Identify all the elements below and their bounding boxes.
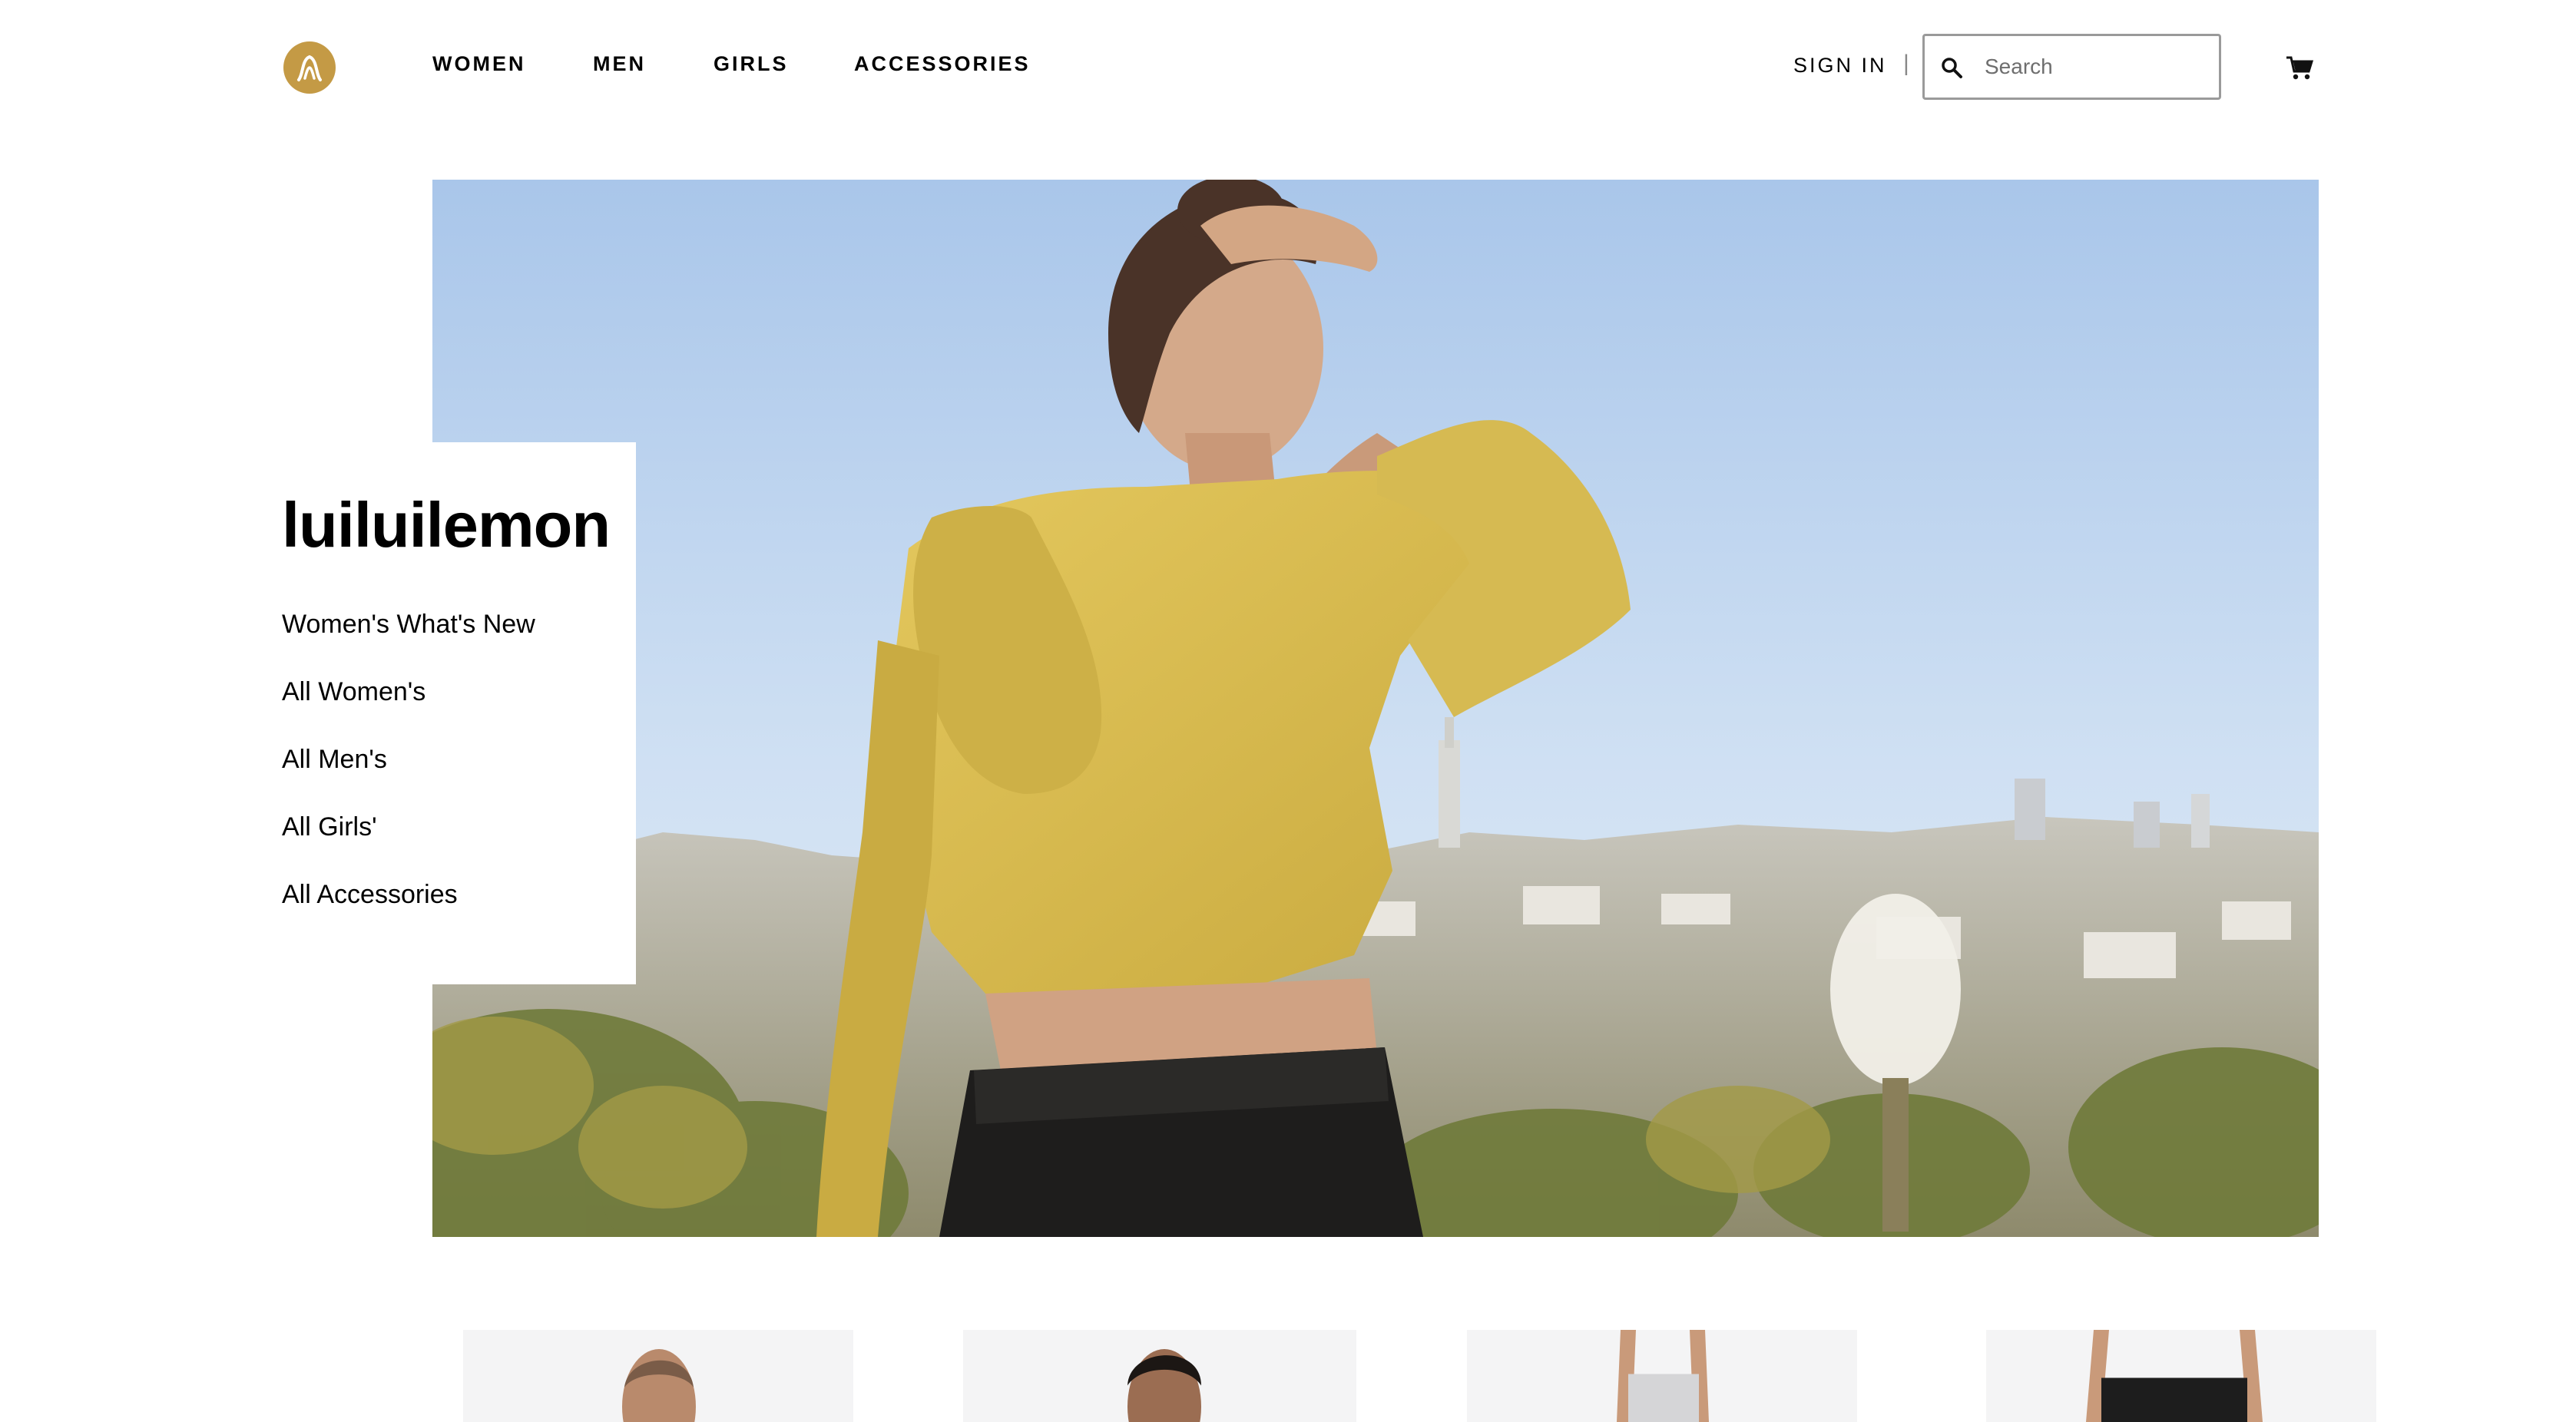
nav-accessories[interactable]: ACCESSORIES (854, 52, 1031, 76)
product-tile-2[interactable] (963, 1330, 1356, 1422)
product-tile-4[interactable] (1986, 1330, 2376, 1422)
black-shorts-image (1986, 1330, 2376, 1422)
man-headshot-image (963, 1330, 1356, 1422)
cart-icon[interactable] (2286, 55, 2313, 81)
header-divider: | (1903, 51, 1909, 77)
search-box[interactable] (1922, 34, 2221, 100)
hero-image[interactable] (432, 180, 2319, 1237)
hero-illustration (432, 180, 2319, 1237)
menu-link-all-girls[interactable]: All Girls' (282, 812, 377, 842)
nav-girls[interactable]: GIRLS (714, 52, 789, 76)
menu-link-all-accessories[interactable]: All Accessories (282, 880, 458, 910)
grey-shorts-image (1467, 1330, 1857, 1422)
search-icon[interactable] (1940, 56, 1963, 79)
man-headshot-image (463, 1330, 853, 1422)
search-input[interactable] (1985, 36, 2207, 98)
menu-title: luiluilemon (282, 488, 610, 562)
nav-women[interactable]: WOMEN (432, 52, 525, 76)
site-header: WOMEN MEN GIRLS ACCESSORIES SIGN IN | (0, 0, 2576, 138)
sign-in-link[interactable]: SIGN IN (1793, 54, 1887, 78)
menu-link-all-womens[interactable]: All Women's (282, 677, 425, 707)
logo-glyph (293, 51, 326, 84)
product-tile-3[interactable] (1467, 1330, 1857, 1422)
nav-men[interactable]: MEN (593, 52, 646, 76)
product-tile-1[interactable] (463, 1330, 853, 1422)
menu-link-all-mens[interactable]: All Men's (282, 745, 387, 775)
menu-link-womens-whats-new[interactable]: Women's What's New (282, 610, 535, 640)
lululemon-logo-icon[interactable] (283, 41, 336, 94)
